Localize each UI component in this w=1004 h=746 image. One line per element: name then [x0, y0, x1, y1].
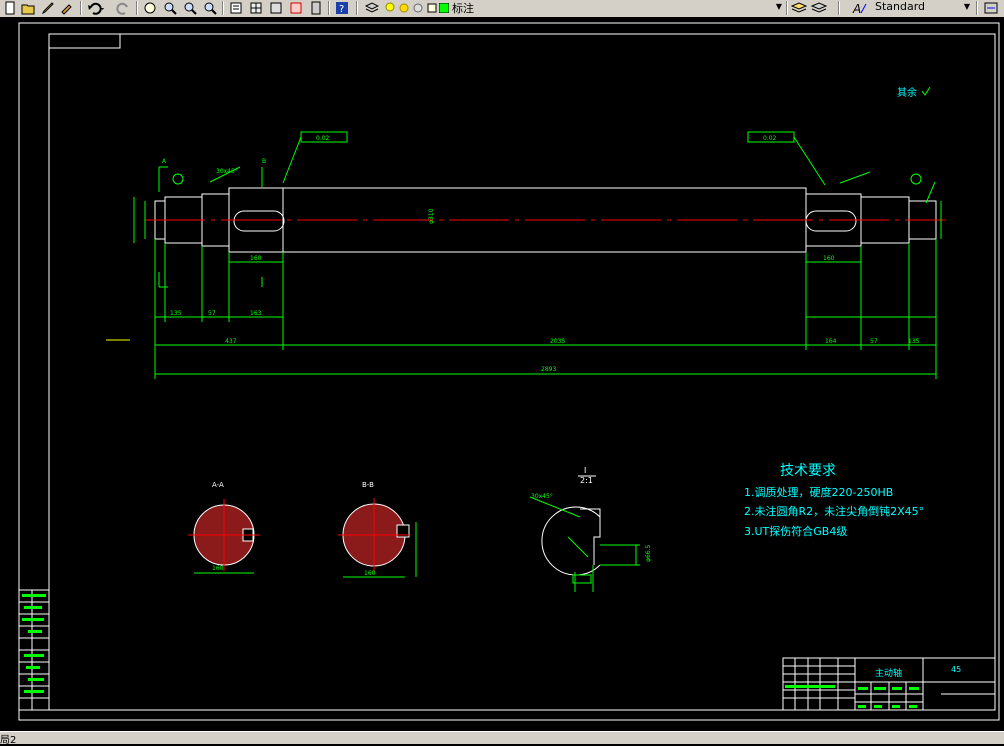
toolbar-separator	[136, 1, 138, 15]
dimension-style-icon[interactable]	[982, 0, 1000, 16]
left-seg-c-text: 163	[250, 310, 262, 317]
zoom-window-icon[interactable]	[182, 0, 198, 16]
detail-view	[529, 496, 640, 592]
text-style-dropdown[interactable]: Standard ▼	[872, 0, 972, 16]
section-a-view: 160	[188, 499, 260, 574]
toolbar-separator	[222, 1, 224, 15]
brush-icon[interactable]	[58, 0, 74, 16]
right-length-c-text: 135	[908, 338, 920, 345]
chevron-down-icon: ▼	[963, 2, 970, 11]
left-seg-a-text: 135	[170, 310, 182, 317]
make-current-layer-icon[interactable]	[790, 0, 808, 16]
text-style-value: Standard	[875, 0, 926, 13]
main-diameter-text: φ310	[428, 208, 435, 224]
zoom-previous-icon[interactable]	[202, 0, 218, 16]
status-bar: 局2	[0, 731, 1004, 746]
chamfer-text: 30x45°	[216, 168, 238, 175]
inner-frame	[48, 33, 996, 711]
datum-b-text: B	[262, 158, 266, 165]
left-seg-b-text: 57	[208, 310, 216, 317]
pan-icon[interactable]	[142, 0, 158, 16]
properties-icon[interactable]	[228, 0, 244, 16]
material-text: 45	[951, 665, 961, 674]
toolbar-separator	[356, 1, 358, 15]
open-file-icon[interactable]	[20, 0, 36, 16]
text-style-icon[interactable]: A	[852, 0, 868, 16]
roughness-symbol	[921, 86, 931, 96]
section-b-width-text: 160	[364, 570, 376, 577]
right-key-text: 160	[823, 255, 835, 262]
tech-requirements-title: 技术要求	[780, 463, 836, 479]
detail-scale: 2:1	[580, 476, 593, 485]
layer-previous-icon[interactable]	[810, 0, 828, 16]
middle-length-text: 2035	[550, 338, 565, 345]
toolbar-separator	[328, 1, 330, 15]
right-length-a-text: 164	[825, 338, 837, 345]
detail-label: I	[584, 466, 586, 475]
toolbar-separator	[786, 1, 788, 15]
svg-text:?: ?	[339, 4, 344, 15]
left-key-text: 160	[250, 255, 262, 262]
layer-dropdown[interactable]: ▼	[572, 0, 784, 16]
section-a-label: A-A	[212, 481, 224, 489]
toolbar-separator	[976, 1, 978, 15]
layer-manager-icon[interactable]	[364, 0, 380, 16]
tolerance-right-text: 0.02	[763, 135, 777, 142]
detail-dim-text: φ66.5	[645, 545, 652, 563]
toolbar-separator	[838, 1, 840, 15]
overall-length-text: 2893	[541, 366, 556, 373]
section-b-view: 160	[338, 498, 417, 578]
tool-palettes-icon[interactable]	[268, 0, 284, 16]
sheet-set-icon[interactable]	[288, 0, 304, 16]
drawing-canvas[interactable]: 2893 2035 437 164 57 135 135 57 163 160 …	[0, 17, 1004, 731]
design-center-icon[interactable]	[248, 0, 264, 16]
section-a-width-text: 160	[212, 565, 224, 572]
calculator-icon[interactable]	[308, 0, 324, 16]
left-strip-labels	[22, 594, 46, 693]
part-name-text: 主动轴	[875, 667, 902, 679]
cad-toolbar: ? 标注 ▼ A Standard ▼	[0, 0, 1004, 18]
detail-chamfer-text: 30x45°	[531, 493, 553, 500]
layer-color-swatch	[438, 0, 450, 16]
layer-name: 标注	[452, 2, 474, 15]
new-file-icon[interactable]	[2, 0, 18, 16]
title-block-labels	[785, 685, 919, 708]
tech-requirement-1: 1.调质处理，硬度220-250HB	[744, 485, 893, 499]
engineering-drawing: 2893 2035 437 164 57 135 135 57 163 160 …	[18, 22, 1000, 721]
datum-a-text: A	[162, 158, 167, 165]
left-length-text: 437	[225, 338, 237, 345]
toolbar-separator	[80, 1, 82, 15]
tech-requirement-2: 2.未注圆角R2，未注尖角倒钝2X45°	[744, 504, 924, 518]
pencil-icon[interactable]	[40, 0, 56, 16]
right-length-b-text: 57	[870, 338, 878, 345]
layout-tab-label[interactable]: 局2	[0, 731, 16, 746]
tolerance-left-text: 0.02	[316, 135, 330, 142]
title-block	[782, 657, 996, 711]
chevron-down-icon: ▼	[775, 2, 782, 11]
redo-icon[interactable]	[112, 0, 134, 16]
zoom-realtime-icon[interactable]	[162, 0, 178, 16]
undo-icon[interactable]	[86, 0, 108, 16]
help-icon[interactable]: ?	[334, 0, 350, 16]
svg-text:A: A	[852, 2, 861, 15]
outer-frame	[18, 22, 1000, 721]
corner-box	[48, 33, 121, 49]
section-b-label: B-B	[362, 481, 374, 489]
surface-finish-note: 其余	[897, 86, 917, 99]
tech-requirement-3: 3.UT探伤符合GB4级	[744, 524, 847, 538]
